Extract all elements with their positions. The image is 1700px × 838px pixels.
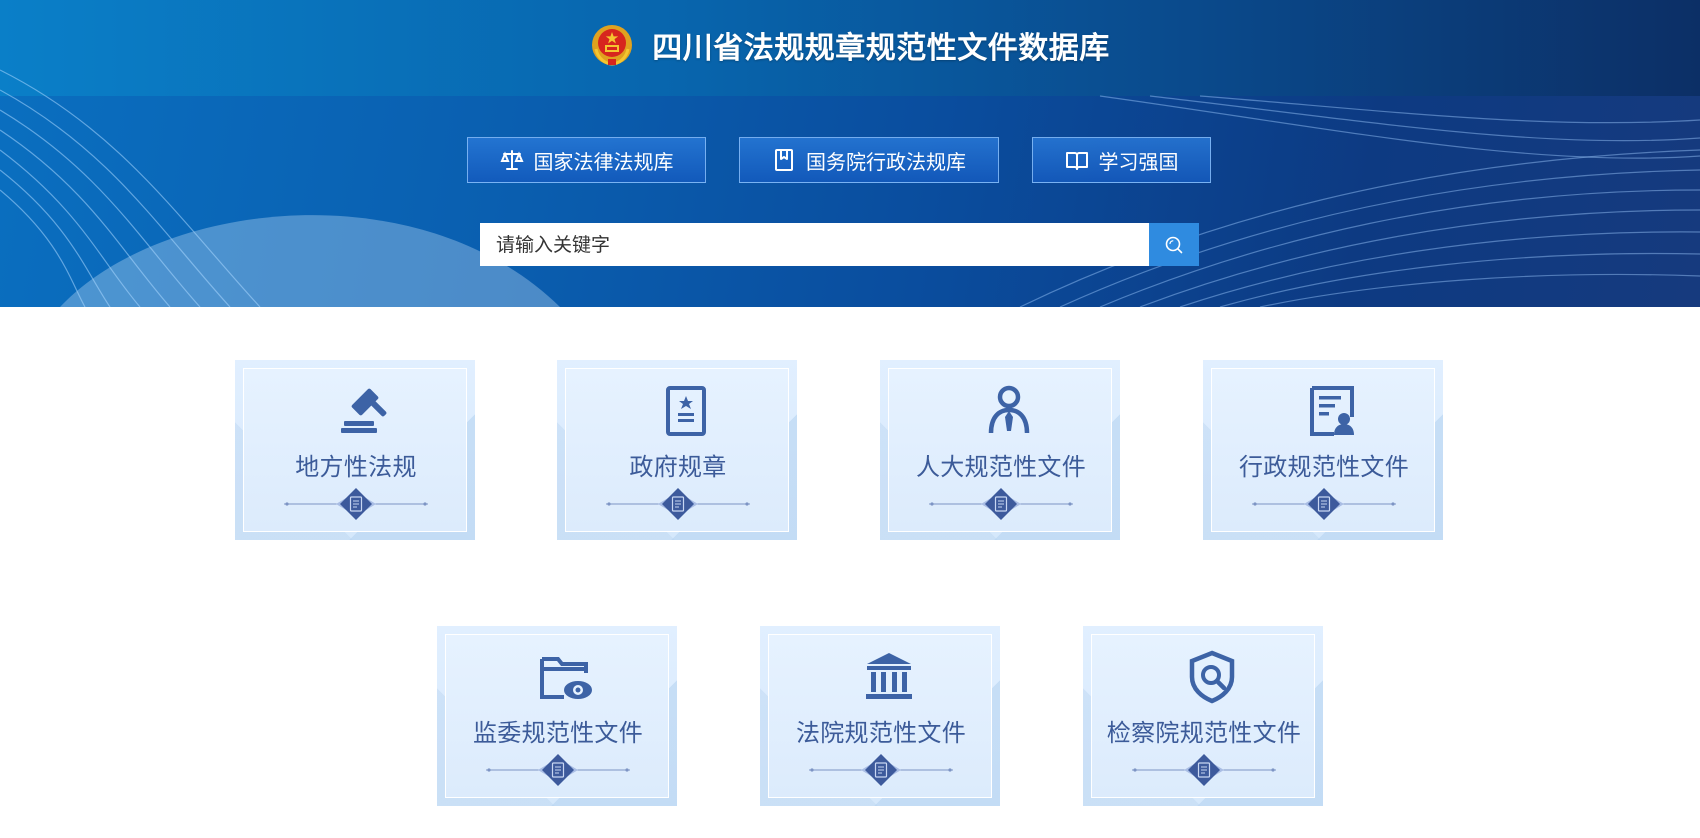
bookmark-book-icon	[775, 149, 793, 171]
quick-link-label: 国家法律法规库	[533, 149, 674, 174]
category-card-local-regulations[interactable]: 地方性法规	[235, 360, 475, 540]
card-frame: 检察院规范性文件	[1091, 634, 1315, 798]
category-card-npc-normative-documents[interactable]: 人大规范性文件	[880, 360, 1120, 540]
certificate-icon	[1310, 386, 1354, 436]
folder-eye-icon	[540, 657, 592, 699]
site-title: 四川省法规规章规范性文件数据库	[652, 31, 1110, 66]
courthouse-icon	[866, 653, 912, 699]
person-tie-icon	[988, 385, 1030, 434]
card-decoration	[929, 487, 1073, 521]
header-banner: 四川省法规规章规范性文件数据库 国家法律法规库 国务院行政法规库 学习强国 请输…	[0, 0, 1700, 307]
search-icon	[1165, 236, 1183, 253]
quick-link-xuexi-qiangguo[interactable]: 学习强国	[1032, 137, 1211, 183]
search-input[interactable]	[480, 223, 1149, 266]
document-badge-icon	[666, 386, 706, 436]
category-card-supervision-commission-documents[interactable]: 监委规范性文件	[437, 626, 677, 806]
card-decoration	[486, 753, 630, 787]
category-label: 行政规范性文件	[1238, 453, 1410, 481]
card-frame: 地方性法规	[243, 368, 467, 532]
quick-link-label: 国务院行政法规库	[806, 149, 966, 174]
quick-link-national-laws[interactable]: 国家法律法规库	[467, 137, 706, 183]
site-header: 四川省法规规章规范性文件数据库	[0, 22, 1700, 68]
scales-icon	[499, 150, 524, 170]
search-bar	[480, 223, 1199, 266]
shield-search-icon	[1189, 650, 1235, 704]
card-frame: 政府规章	[565, 368, 789, 532]
card-frame: 人大规范性文件	[888, 368, 1112, 532]
category-label: 法院规范性文件	[795, 719, 967, 747]
category-label: 检察院规范性文件	[1106, 719, 1302, 747]
gavel-icon	[341, 388, 387, 433]
category-card-administrative-normative-documents[interactable]: 行政规范性文件	[1203, 360, 1443, 540]
card-decoration	[1132, 753, 1276, 787]
category-label: 人大规范性文件	[915, 453, 1087, 481]
card-decoration	[284, 487, 428, 521]
quick-link-label: 学习强国	[1098, 149, 1179, 174]
category-card-court-normative-documents[interactable]: 法院规范性文件	[760, 626, 1000, 806]
card-decoration	[606, 487, 750, 521]
card-frame: 行政规范性文件	[1211, 368, 1435, 532]
search-button[interactable]	[1149, 223, 1199, 266]
category-label: 政府规章	[629, 453, 727, 481]
quick-link-state-council-regulations[interactable]: 国务院行政法规库	[739, 137, 999, 183]
category-card-government-rules[interactable]: 政府规章	[557, 360, 797, 540]
card-frame: 法院规范性文件	[768, 634, 992, 798]
category-label: 监委规范性文件	[472, 719, 644, 747]
category-label: 地方性法规	[295, 453, 417, 481]
card-frame: 监委规范性文件	[445, 634, 669, 798]
quick-links-bar: 国家法律法规库 国务院行政法规库 学习强国	[0, 137, 1700, 183]
category-card-procuratorate-normative-documents[interactable]: 检察院规范性文件	[1083, 626, 1323, 806]
card-decoration	[1252, 487, 1396, 521]
national-emblem-icon	[592, 25, 633, 66]
open-book-icon	[1065, 152, 1088, 170]
card-decoration	[809, 753, 953, 787]
